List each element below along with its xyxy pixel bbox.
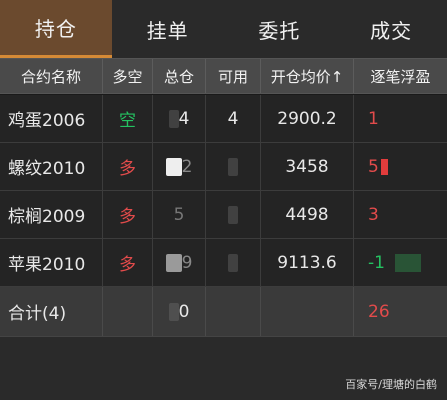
contract-name: 螺纹2010 <box>0 143 103 190</box>
total-digit: 9 <box>181 252 193 273</box>
side-value: 多 <box>103 239 153 286</box>
col-contract-name[interactable]: 合约名称 <box>0 59 103 93</box>
floating-pnl: -1 <box>354 239 447 286</box>
available <box>206 191 261 238</box>
available <box>206 143 261 190</box>
col-floating-pnl[interactable]: 逐笔浮盈 <box>354 59 447 93</box>
available <box>206 239 261 286</box>
total-row: 合计(4) 0 26 <box>0 287 447 337</box>
pnl-redaction <box>380 158 388 175</box>
total-position-sum: 0 <box>153 287 206 336</box>
redaction-blur <box>165 253 182 272</box>
pnl-redaction <box>394 253 421 272</box>
tab-positions[interactable]: 持仓 <box>0 0 112 58</box>
table-header: 合约名称 多空 总仓 可用 开仓均价↑ 逐笔浮盈 <box>0 58 447 94</box>
watermark: 百家号/理塘的白鹤 <box>345 378 437 391</box>
redaction-blur <box>165 157 182 176</box>
total-position: 4 <box>153 95 206 142</box>
total-position: 2 <box>153 143 206 190</box>
table-row[interactable]: 鸡蛋2006 空 4 4 2900.2 1 <box>0 95 447 143</box>
floating-pnl: 5 <box>354 143 447 190</box>
available: 4 <box>206 95 261 142</box>
pnl-digit: 5 <box>368 156 379 177</box>
total-side-empty <box>103 287 153 336</box>
total-available-empty <box>206 287 261 336</box>
redaction-blur <box>228 157 238 176</box>
side-value: 多 <box>103 143 153 190</box>
redaction-blur <box>228 205 238 224</box>
redaction-blur <box>168 302 179 321</box>
col-available[interactable]: 可用 <box>206 59 261 93</box>
total-digit: 5 <box>173 204 185 225</box>
col-side[interactable]: 多空 <box>103 59 153 93</box>
table-row[interactable]: 棕榈2009 多 5 4498 3 <box>0 191 447 239</box>
total-price-empty <box>261 287 354 336</box>
tab-orders[interactable]: 挂单 <box>112 0 224 58</box>
total-position: 9 <box>153 239 206 286</box>
redaction-blur <box>168 109 179 128</box>
col-open-avg-price[interactable]: 开仓均价↑ <box>261 59 354 93</box>
floating-pnl: 3 <box>368 204 379 225</box>
col-total-position[interactable]: 总仓 <box>153 59 206 93</box>
tab-trades[interactable]: 成交 <box>335 0 447 58</box>
table-row[interactable]: 螺纹2010 多 2 3458 5 <box>0 143 447 191</box>
total-position: 5 <box>153 191 206 238</box>
contract-name: 苹果2010 <box>0 239 103 286</box>
total-digit: 4 <box>178 108 190 129</box>
total-digit: 0 <box>178 301 190 322</box>
tab-entrusts[interactable]: 委托 <box>224 0 336 58</box>
open-avg-price: 3458 <box>261 143 354 190</box>
total-label: 合计(4) <box>0 287 103 336</box>
open-avg-price: 9113.6 <box>261 239 354 286</box>
floating-pnl: 1 <box>368 108 379 129</box>
pnl-digit: -1 <box>368 252 385 273</box>
open-avg-price: 2900.2 <box>261 95 354 142</box>
contract-name: 鸡蛋2006 <box>0 95 103 142</box>
total-pnl: 26 <box>368 301 390 322</box>
table-row[interactable]: 苹果2010 多 9 9113.6 -1 <box>0 239 447 287</box>
side-value: 多 <box>103 191 153 238</box>
open-avg-price: 4498 <box>261 191 354 238</box>
available-digit: 4 <box>227 108 239 129</box>
total-digit: 2 <box>181 156 193 177</box>
side-value: 空 <box>103 95 153 142</box>
tab-bar: 持仓 挂单 委托 成交 <box>0 0 447 58</box>
contract-name: 棕榈2009 <box>0 191 103 238</box>
redaction-blur <box>228 253 238 272</box>
